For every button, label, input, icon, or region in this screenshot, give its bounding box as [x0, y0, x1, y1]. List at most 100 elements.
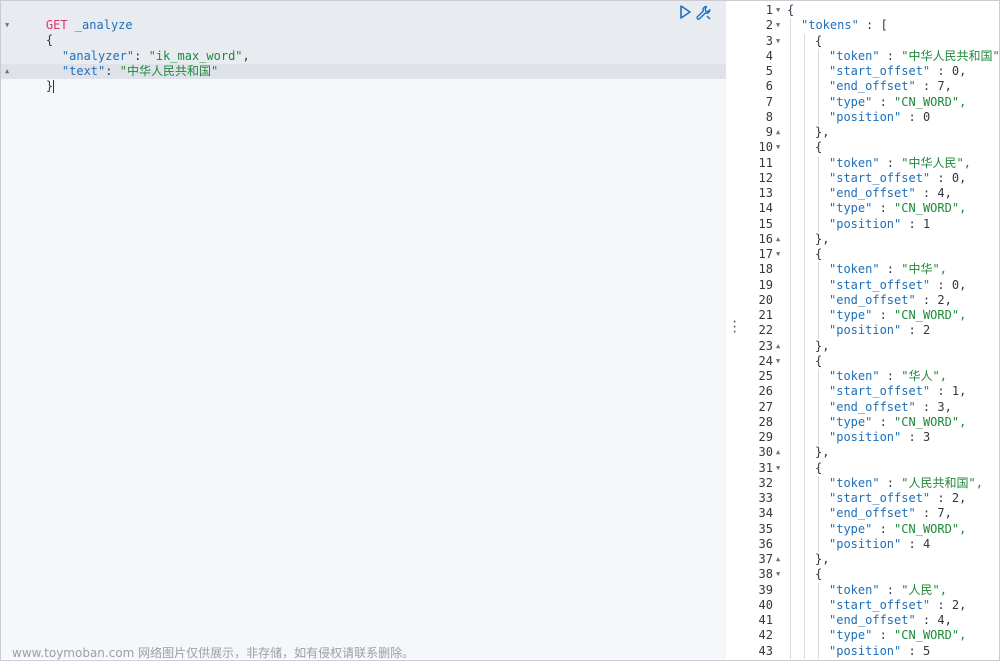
- json-key: "end_offset": [829, 79, 916, 94]
- json-value: 0,: [951, 64, 967, 78]
- json-key: "end_offset": [829, 292, 916, 307]
- json-value: "人民共和国",: [901, 475, 983, 490]
- json-value: 2: [922, 323, 931, 338]
- fold-toggle-icon[interactable]: ▼: [776, 140, 784, 155]
- request-line-1[interactable]: GET _analyze: [17, 3, 133, 32]
- line-number: 15: [758, 216, 773, 231]
- request-editor[interactable]: GET _analyze ▼ { "analyzer": "ik_max_wor…: [1, 1, 726, 659]
- response-line: "position" : 2: [829, 323, 930, 338]
- json-key: "type": [829, 628, 873, 643]
- fold-toggle-icon[interactable]: ▼: [5, 18, 15, 33]
- response-line: "start_offset" : 0,: [829, 278, 966, 293]
- json-value: "CN_WORD",: [894, 308, 967, 322]
- json-value: "人民",: [901, 582, 947, 597]
- line-number: 37: [758, 552, 773, 566]
- json-value: 5: [922, 643, 931, 658]
- line-number: 30: [758, 445, 773, 460]
- line-number: 28: [758, 414, 773, 429]
- line-number: 5: [765, 64, 773, 78]
- json-value: 1,: [951, 384, 967, 399]
- json-key: "position": [829, 216, 902, 231]
- json-separator: :: [901, 323, 923, 338]
- response-line: {: [815, 461, 822, 476]
- line-number: 11: [758, 155, 773, 170]
- indent-guide: [804, 33, 805, 659]
- json-value: 7,: [937, 506, 952, 521]
- fold-toggle-icon[interactable]: ▲: [776, 552, 784, 567]
- line-number: 10: [758, 140, 773, 155]
- fold-toggle-icon[interactable]: ▼: [776, 567, 784, 582]
- json-value: "中华人民共和国": [119, 64, 219, 78]
- line-number: 21: [758, 308, 773, 322]
- json-separator: :: [901, 643, 923, 658]
- json-value: "华人",: [901, 369, 947, 383]
- json-value: 4,: [937, 186, 952, 200]
- response-line: "start_offset" : 0,: [829, 64, 966, 79]
- response-line: "position" : 0: [829, 110, 930, 125]
- json-separator: :: [872, 414, 895, 429]
- request-line-2[interactable]: {: [17, 18, 53, 47]
- line-number: 13: [758, 186, 773, 200]
- response-line: "end_offset" : 2,: [829, 293, 952, 308]
- json-punctuation: },: [815, 445, 830, 460]
- response-line: "type" : "CN_WORD",: [829, 415, 966, 430]
- response-line: "position" : 4: [829, 537, 930, 552]
- json-key: "start_offset": [829, 384, 931, 399]
- line-number: 38: [758, 567, 773, 582]
- json-separator: :: [872, 628, 895, 643]
- json-separator: :: [930, 597, 952, 612]
- line-number-gutter: 1 ▼ 2 ▼ 3 ▼ 4 5 6 7 8 9 ▲ 10 ▼ 11 12 13 14 15 16 ▲ 17 ▼ 18 19 20 21…: [741, 1, 785, 659]
- json-value: 3: [922, 430, 931, 444]
- json-value: 7,: [937, 79, 952, 94]
- wrench-icon[interactable]: [695, 4, 711, 20]
- response-line: },: [815, 125, 829, 140]
- json-key: "position": [829, 109, 902, 124]
- response-line: {: [815, 247, 822, 262]
- fold-toggle-icon[interactable]: ▲: [776, 339, 784, 354]
- fold-toggle-icon[interactable]: ▲: [776, 232, 784, 247]
- json-value: "CN_WORD",: [894, 521, 967, 536]
- text-cursor: [53, 80, 55, 93]
- fold-toggle-icon[interactable]: ▼: [776, 461, 784, 476]
- line-number: 32: [758, 475, 773, 490]
- request-line-5[interactable]: }: [17, 64, 55, 93]
- play-icon[interactable]: [677, 4, 693, 20]
- json-value: 2,: [951, 597, 967, 612]
- json-separator: :: [915, 79, 938, 94]
- response-line: },: [815, 445, 829, 460]
- json-key: "type": [829, 201, 873, 216]
- line-number: 39: [758, 582, 773, 597]
- json-punctuation: {: [815, 33, 823, 48]
- fold-toggle-icon[interactable]: ▼: [776, 3, 784, 18]
- fold-toggle-icon[interactable]: ▲: [776, 125, 784, 140]
- line-number: 16: [758, 231, 773, 246]
- json-value: 4: [922, 536, 931, 551]
- request-path: _analyze: [74, 18, 133, 32]
- json-key: "start_offset": [829, 170, 931, 185]
- fold-toggle-icon[interactable]: ▼: [776, 18, 784, 33]
- response-line: "token" : "中华",: [829, 262, 947, 277]
- fold-toggle-icon[interactable]: ▼: [776, 34, 784, 49]
- line-number: 41: [758, 613, 773, 627]
- fold-toggle-icon[interactable]: ▼: [776, 247, 784, 262]
- fold-toggle-icon[interactable]: ▲: [5, 64, 15, 79]
- json-punctuation: {: [787, 3, 795, 17]
- response-line: "type" : "CN_WORD",: [829, 308, 966, 323]
- json-key: "start_offset": [829, 64, 931, 78]
- fold-toggle-icon[interactable]: ▼: [776, 354, 784, 369]
- json-separator: :: [879, 369, 902, 383]
- resize-handle-icon[interactable]: · · ·: [731, 316, 738, 338]
- fold-toggle-icon[interactable]: ▲: [776, 445, 784, 460]
- json-key: "end_offset": [829, 186, 916, 200]
- json-punctuation: {: [815, 567, 823, 582]
- json-key: "start_offset": [829, 491, 931, 505]
- indent-guide: [818, 475, 819, 552]
- json-separator: :: [901, 216, 923, 231]
- json-separator: :: [901, 430, 923, 444]
- request-line-3[interactable]: "analyzer": "ik_max_word",: [33, 34, 250, 63]
- response-line: {: [815, 567, 822, 582]
- json-key: "token": [829, 48, 880, 63]
- response-line: "end_offset" : 4,: [829, 186, 952, 201]
- request-line-4[interactable]: "text": "中华人民共和国": [33, 49, 218, 78]
- line-number: 34: [758, 506, 773, 521]
